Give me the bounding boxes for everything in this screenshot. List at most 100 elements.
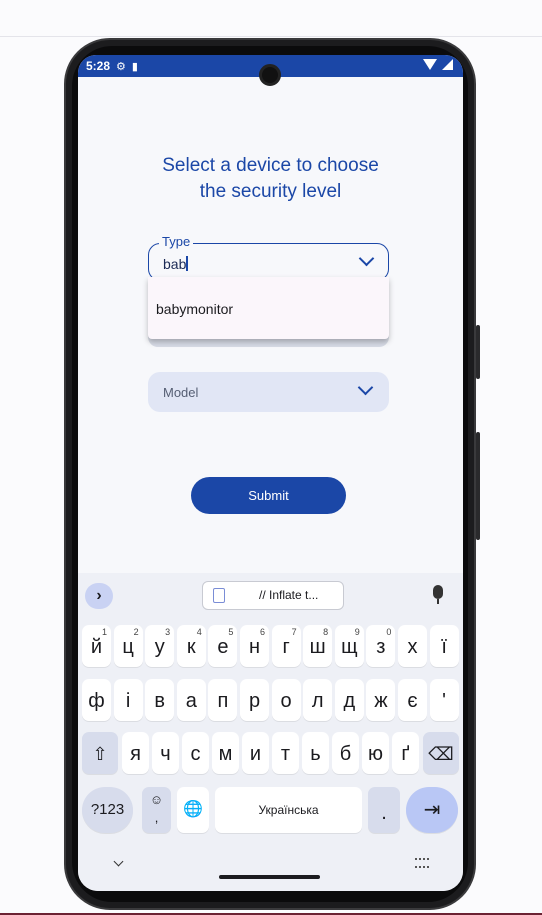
- key-label: з: [376, 636, 386, 658]
- model-field-placeholder: Model: [163, 385, 199, 400]
- key-'[interactable]: ': [429, 679, 459, 721]
- key-hint: 0: [386, 627, 392, 637]
- key-label: к: [186, 636, 196, 658]
- key-hint: 9: [354, 627, 360, 637]
- key-label: е: [217, 636, 229, 658]
- key-ж[interactable]: ж: [366, 679, 396, 721]
- type-field[interactable]: Type bab: [148, 234, 389, 281]
- key-у[interactable]: у3: [145, 625, 175, 667]
- key-label: ц: [122, 636, 134, 658]
- key-є[interactable]: є: [398, 679, 427, 721]
- chevron-down-icon[interactable]: [358, 250, 375, 267]
- type-field-value: bab: [163, 256, 187, 272]
- wifi-icon: [423, 59, 437, 70]
- key-label: ш: [309, 636, 326, 658]
- enter-key[interactable]: ⇥: [406, 787, 458, 833]
- power-button: [476, 325, 480, 379]
- key-з[interactable]: з0: [366, 625, 396, 667]
- clipboard-text: // Inflate t...: [259, 588, 319, 602]
- keyboard-toolbar: › // Inflate t...: [78, 573, 463, 617]
- front-camera: [259, 64, 281, 86]
- key-р[interactable]: р: [240, 679, 269, 721]
- key-label: ї: [441, 636, 447, 658]
- key-ц[interactable]: ц2: [113, 625, 143, 667]
- type-dropdown-menu: babymonitor: [148, 277, 389, 339]
- key-б[interactable]: б: [332, 732, 359, 774]
- shift-key[interactable]: ⇧: [82, 732, 118, 774]
- key-г[interactable]: г7: [271, 625, 301, 667]
- key-і[interactable]: і: [113, 679, 143, 721]
- key-label: у: [154, 636, 165, 658]
- expand-toolbar-button[interactable]: ›: [85, 583, 113, 609]
- symbols-key[interactable]: ?123: [82, 787, 133, 833]
- app-screen: 5:28 ⚙ ▮ Select a device to choose the s…: [78, 55, 463, 891]
- key-ш[interactable]: ш8: [303, 625, 333, 667]
- keyboard-switch-icon[interactable]: [415, 858, 429, 868]
- key-н[interactable]: н6: [240, 625, 269, 667]
- key-щ[interactable]: щ9: [334, 625, 364, 667]
- text-caret: [186, 256, 188, 271]
- page-title: Select a device to choose the security l…: [78, 153, 463, 205]
- dropdown-item-babymonitor[interactable]: babymonitor: [156, 301, 233, 317]
- space-key[interactable]: Українська: [215, 787, 362, 833]
- vpn-icon: ⚙: [116, 60, 126, 73]
- key-л[interactable]: л: [303, 679, 333, 721]
- key-hint: 6: [259, 627, 265, 637]
- home-gesture-bar[interactable]: [219, 875, 320, 879]
- key-hint: 8: [323, 627, 329, 637]
- title-line-2: the security level: [199, 181, 342, 202]
- key-ь[interactable]: ь: [302, 732, 329, 774]
- key-ї[interactable]: ї: [429, 625, 459, 667]
- key-hint: 1: [101, 627, 107, 637]
- key-ф[interactable]: ф: [82, 679, 111, 721]
- key-label: й: [90, 636, 103, 658]
- status-time: 5:28: [86, 59, 111, 73]
- submit-button[interactable]: Submit: [191, 477, 346, 514]
- key-label: щ: [341, 636, 358, 658]
- key-й[interactable]: й1: [82, 625, 111, 667]
- emoji-icon: ☺: [149, 792, 164, 807]
- globe-icon[interactable]: 🌐: [177, 787, 209, 833]
- key-д[interactable]: д: [334, 679, 364, 721]
- key-е[interactable]: е5: [208, 625, 238, 667]
- key-м[interactable]: м: [212, 732, 239, 774]
- soft-keyboard: › // Inflate t... й1ц2у3к4е5н6г7ш8щ9з0хї…: [78, 573, 463, 891]
- key-и[interactable]: и: [242, 732, 269, 774]
- volume-button: [476, 432, 480, 540]
- key-с[interactable]: с: [182, 732, 209, 774]
- title-line-1: Select a device to choose: [162, 155, 379, 176]
- key-hint: 2: [133, 627, 139, 637]
- key-в[interactable]: в: [145, 679, 175, 721]
- type-field-label: Type: [159, 234, 194, 249]
- type-field-input[interactable]: bab: [163, 256, 188, 272]
- key-label: г: [282, 636, 290, 658]
- comma-label: ,: [154, 810, 159, 825]
- key-п[interactable]: п: [208, 679, 238, 721]
- key-о[interactable]: о: [271, 679, 301, 721]
- key-ч[interactable]: ч: [152, 732, 179, 774]
- sim-icon: ▮: [131, 60, 138, 73]
- signal-icon: [442, 59, 453, 70]
- key-hint: 4: [196, 627, 202, 637]
- period-key[interactable]: .: [368, 787, 400, 833]
- hide-keyboard-icon[interactable]: [113, 856, 124, 867]
- microphone-icon[interactable]: [433, 585, 443, 599]
- key-а[interactable]: а: [176, 679, 206, 721]
- clipboard-icon: [213, 588, 225, 603]
- key-ю[interactable]: ю: [362, 732, 389, 774]
- clipboard-suggestion[interactable]: // Inflate t...: [202, 581, 344, 610]
- backspace-key[interactable]: ⌫: [423, 732, 459, 774]
- key-hint: 7: [291, 627, 297, 637]
- key-х[interactable]: х: [398, 625, 427, 667]
- key-ґ[interactable]: ґ: [392, 732, 419, 774]
- key-hint: 5: [228, 627, 234, 637]
- key-к[interactable]: к4: [176, 625, 206, 667]
- navigation-bar: [78, 851, 463, 891]
- key-т[interactable]: т: [272, 732, 299, 774]
- model-field[interactable]: Model: [148, 372, 389, 412]
- key-hint: 3: [165, 627, 171, 637]
- key-label: х: [407, 636, 418, 658]
- emoji-comma-key[interactable]: ☺ ,: [142, 787, 171, 833]
- key-я[interactable]: я: [122, 732, 149, 774]
- chevron-down-icon[interactable]: [357, 379, 374, 396]
